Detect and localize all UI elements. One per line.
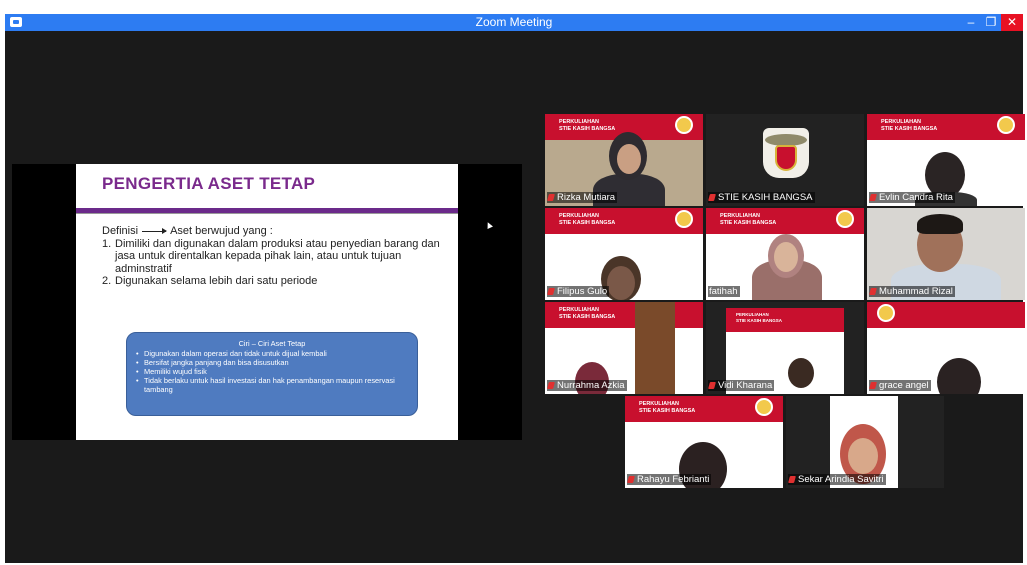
mic-muted-icon [708,382,716,389]
person-face [774,242,798,272]
participant-name: Vidi Kharana [708,380,775,391]
ciri-bullet: Bersifat jangka panjang dan bisa disusut… [135,358,409,367]
campus-logo-icon [755,398,773,416]
campus-logo-icon [675,116,693,134]
campus-logo-icon [675,210,693,228]
video-tile[interactable]: Sekar Arindia Savitri [786,396,944,488]
participant-name: fatihah [708,286,740,297]
stie-crest-icon [763,128,809,178]
video-tile[interactable]: Muhammad Rizal [867,208,1025,300]
mic-muted-icon [627,476,635,483]
video-tile[interactable]: PERKULIAHAN STIE KASIH BANGSA Nurrahma Az… [545,302,703,394]
slide-title: PENGERTIA ASET TETAP [102,174,316,193]
ciri-list: Digunakan dalam operasi dan tidak untuk … [135,349,409,394]
banner-text: PERKULIAHAN STIE KASIH BANGSA [559,213,616,226]
list-item: 1. Dimiliki dan digunakan dalam produksi… [102,238,442,276]
banner-text: PERKULIAHAN STIE KASIH BANGSA [639,401,696,414]
participant-name: Nurrahma Azkia [547,380,627,391]
ciri-bullet: Memiliki wujud fisik [135,367,409,376]
mic-muted-icon [547,194,555,201]
arrow-right-icon [142,227,168,234]
video-tile[interactable]: PERKULIAHAN STIE KASIH BANGSA Filipus Gul… [545,208,703,300]
mic-muted-icon [547,288,555,295]
person-hair [917,214,963,234]
participant-name: Rahayu Febrianti [627,474,712,485]
video-tile[interactable]: PERKULIAHAN STIE KASIH BANGSA Evlin Candr… [867,114,1025,206]
window-title: Zoom Meeting [475,15,553,29]
wall-object [635,302,675,394]
person-face [848,438,878,474]
participant-name: grace angel [869,380,931,391]
zoom-window: Zoom Meeting – ❐ ✕ PENGERTIA ASET TETAP … [5,14,1025,563]
video-tile[interactable]: grace angel [867,302,1025,394]
presentation-slide: PENGERTIA ASET TETAP Definisi Aset berwuj… [76,164,458,440]
participant-name: Filipus Gulo [547,286,610,297]
campus-logo-icon [997,116,1015,134]
campus-logo-icon [836,210,854,228]
person-head [788,358,814,388]
mic-muted-icon [547,382,555,389]
definisi-text: Aset berwujud yang : [170,225,273,237]
mic-muted-icon [869,382,877,389]
banner-text: PERKULIAHAN STIE KASIH BANGSA [720,213,777,226]
list-text: Dimiliki dan digunakan dalam produksi at… [115,237,440,275]
video-tile[interactable]: PERKULIAHAN STIE KASIH BANGSA Vidi Kharan… [706,302,864,394]
close-button[interactable]: ✕ [1001,14,1023,31]
list-item: 2. Digunakan selama lebih dari satu peri… [102,275,442,288]
participant-name: Muhammad Rizal [869,286,955,297]
participant-name: Evlin Candra Rita [869,192,955,203]
minimize-button[interactable]: – [963,14,979,31]
ciri-title: Ciri – Ciri Aset Tetap [238,339,306,348]
ciri-bullet: Tidak berlaku untuk hasil investasi dan … [135,376,409,394]
ciri-box: Ciri – Ciri Aset Tetap Digunakan dalam o… [126,332,418,416]
participant-name: Sekar Arindia Savitri [788,474,886,485]
mic-muted-icon [708,194,716,201]
video-tile[interactable]: PERKULIAHAN STIE KASIH BANGSA Rahayu Febr… [625,396,783,488]
campus-logo-icon [877,304,895,322]
person-face [607,266,635,300]
participant-name: STIE KASIH BANGSA [708,192,815,203]
list-number: 1. [102,237,112,250]
banner-text: PERKULIAHAN STIE KASIH BANGSA [559,119,616,132]
banner-text: PERKULIAHAN STIE KASIH BANGSA [736,312,783,323]
participant-name: Rizka Mutiara [547,192,618,203]
shared-screen[interactable]: PENGERTIA ASET TETAP Definisi Aset berwuj… [12,164,522,440]
ciri-bullet: Digunakan dalam operasi dan tidak untuk … [135,349,409,358]
slide-divider-thin [76,213,458,214]
list-text: Digunakan selama lebih dari satu periode [115,275,318,287]
definisi-line: Definisi Aset berwujud yang : [102,225,442,238]
title-bar: Zoom Meeting – ❐ ✕ [5,14,1023,31]
mic-muted-icon [869,288,877,295]
video-tile[interactable]: STIE KASIH BANGSA [706,114,864,206]
mic-muted-icon [788,476,796,483]
definisi-label: Definisi [102,225,139,237]
maximize-button[interactable]: ❐ [983,14,999,31]
mic-muted-icon [869,194,877,201]
list-number: 2. [102,275,112,287]
banner-text: PERKULIAHAN STIE KASIH BANGSA [559,307,616,320]
slide-body: Definisi Aset berwujud yang : 1. Dimiliki… [102,225,442,288]
person-face [617,144,641,174]
banner-text: PERKULIAHAN STIE KASIH BANGSA [881,119,938,132]
video-tile-active-speaker[interactable]: PERKULIAHAN STIE KASIH BANGSA fatihah [706,208,864,300]
video-tile[interactable]: PERKULIAHAN STIE KASIH BANGSA Rizka Mutia… [545,114,703,206]
